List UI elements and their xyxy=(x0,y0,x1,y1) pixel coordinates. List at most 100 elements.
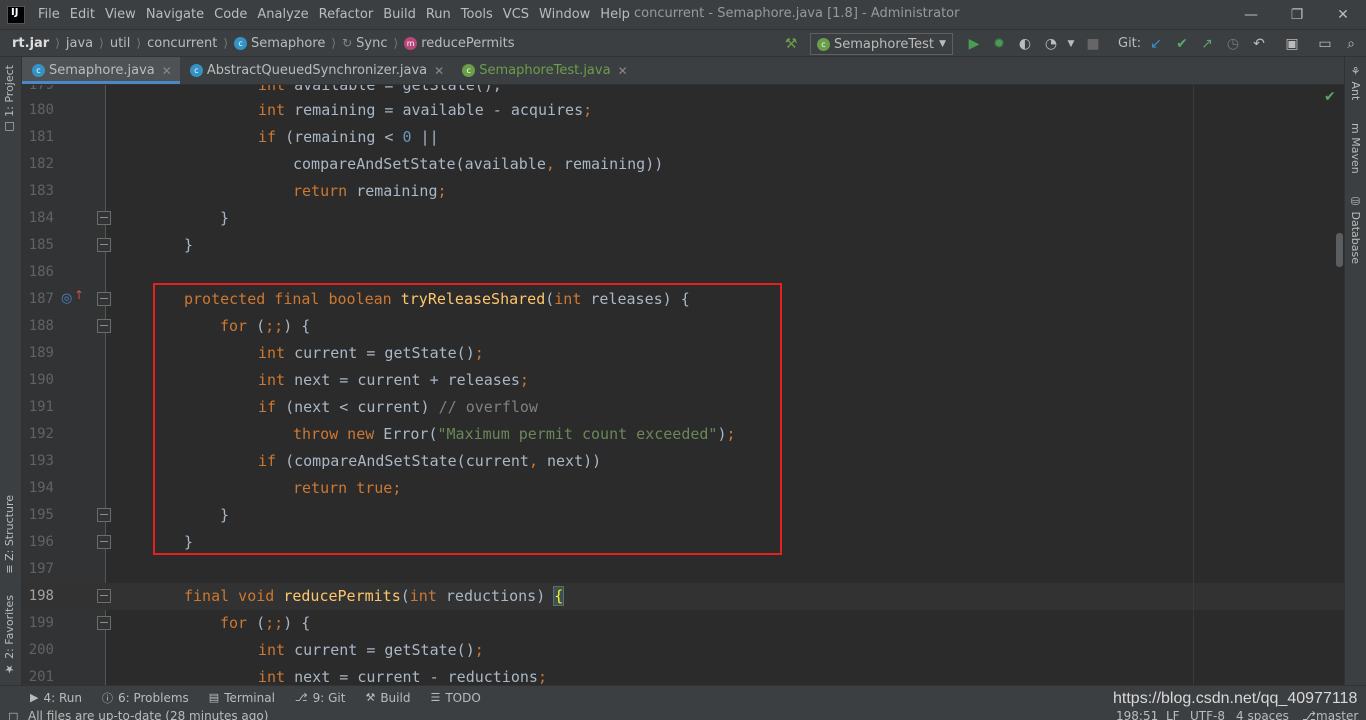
file-encoding[interactable]: UTF-8 xyxy=(1190,709,1225,720)
code-text: for (;;) { xyxy=(220,614,311,632)
ant-icon: ⚘ xyxy=(1349,65,1362,82)
code-line-current: 198 final void reducePermits(int reducti… xyxy=(22,583,1344,610)
profile-icon[interactable]: ◔ xyxy=(1042,35,1060,53)
caret-position[interactable]: 198:51 xyxy=(1116,709,1158,720)
presentation-icon[interactable]: ▭ xyxy=(1316,35,1334,53)
structure-tool-button[interactable]: ≡ Z: Structure xyxy=(3,495,16,574)
close-icon[interactable]: ✕ xyxy=(434,64,444,78)
project-structure-icon[interactable]: ▣ xyxy=(1283,35,1301,53)
breadcrumb-sync[interactable]: ↻ Sync xyxy=(342,36,387,51)
breadcrumb-util[interactable]: util xyxy=(110,36,131,51)
breadcrumb-java[interactable]: java xyxy=(66,36,93,51)
line-number: 181 xyxy=(28,129,54,145)
git-tool-button[interactable]: ⎇ 9: Git xyxy=(295,691,346,705)
database-tool-button[interactable]: ⛁ Database xyxy=(1349,195,1362,264)
ant-tool-button[interactable]: ⚘ Ant xyxy=(1349,65,1362,100)
search-everywhere-icon[interactable]: ⌕ xyxy=(1342,35,1360,53)
restore-icon[interactable]: ❐ xyxy=(1274,0,1320,29)
menu-navigate[interactable]: Navigate xyxy=(141,7,209,22)
vertical-scrollbar-thumb[interactable] xyxy=(1336,233,1343,267)
debug-icon[interactable]: ✹ xyxy=(990,35,1008,53)
menu-edit[interactable]: Edit xyxy=(65,7,100,22)
rollback-icon[interactable]: ↶ xyxy=(1250,35,1268,53)
git-update-icon[interactable]: ↙ xyxy=(1147,35,1165,53)
fold-marker-icon[interactable] xyxy=(97,319,111,333)
close-icon[interactable]: ✕ xyxy=(162,64,172,78)
overridden-up-arrow-icon[interactable]: ↑ xyxy=(74,288,84,302)
coverage-icon[interactable]: ◐ xyxy=(1016,35,1034,53)
tab-abstract-queued-synchronizer-java[interactable]: c AbstractQueuedSynchronizer.java ✕ xyxy=(180,57,452,84)
line-number: 180 xyxy=(28,102,54,118)
indent-setting[interactable]: 4 spaces xyxy=(1236,709,1289,720)
favorites-tool-button[interactable]: ★ 2: Favorites xyxy=(3,595,16,675)
database-icon: ⛁ xyxy=(1349,195,1362,212)
tab-semaphore-java[interactable]: c Semaphore.java ✕ xyxy=(22,57,180,84)
run-configuration-select[interactable]: c SemaphoreTest ▼ xyxy=(810,33,953,55)
build-tool-button[interactable]: ⚒ Build xyxy=(365,691,410,705)
fold-marker-icon[interactable] xyxy=(97,535,111,549)
overrides-method-icon[interactable]: ◎ xyxy=(61,291,72,306)
terminal-tool-button[interactable]: ▤ Terminal xyxy=(209,691,275,705)
menu-window[interactable]: Window xyxy=(534,7,595,22)
run-icon[interactable]: ▶ xyxy=(965,35,983,53)
no-problems-check-icon[interactable]: ✔ xyxy=(1324,89,1336,105)
chevron-right-icon: ⟩ xyxy=(331,36,337,50)
menu-code[interactable]: Code xyxy=(209,7,252,22)
method-icon: m xyxy=(404,36,418,50)
chevron-down-icon[interactable]: ▼ xyxy=(1062,35,1080,53)
window-title: concurrent - Semaphore.java [1.8] - Admi… xyxy=(634,6,960,21)
problems-tool-button[interactable]: ⓘ 6: Problems xyxy=(102,690,189,706)
fold-marker-icon[interactable] xyxy=(97,508,111,522)
minimize-icon[interactable]: — xyxy=(1228,0,1274,29)
menu-help[interactable]: Help xyxy=(595,7,635,22)
class-icon: c xyxy=(32,64,45,77)
close-window-icon[interactable]: ✕ xyxy=(1320,0,1366,29)
breadcrumb-semaphore[interactable]: c Semaphore xyxy=(234,36,325,51)
line-number: 196 xyxy=(28,534,54,550)
breadcrumb-concurrent[interactable]: concurrent xyxy=(147,36,217,51)
toggle-tool-windows-icon[interactable]: □ xyxy=(8,710,18,720)
breadcrumb-label: Sync xyxy=(356,35,388,51)
navigation-bar: rt.jar ⟩ java ⟩ util ⟩ concurrent ⟩ c Sem… xyxy=(0,29,1366,57)
code-editor[interactable]: 179 int available = getState(); 180 int … xyxy=(22,85,1344,685)
menu-refactor[interactable]: Refactor xyxy=(314,7,379,22)
status-bar: □ All files are up-to-date (28 minutes a… xyxy=(0,709,1366,720)
line-separator[interactable]: LF xyxy=(1166,709,1180,720)
run-tool-button[interactable]: ▶ 4: Run xyxy=(30,691,82,705)
maven-tool-button[interactable]: m Maven xyxy=(1349,123,1362,174)
menu-vcs[interactable]: VCS xyxy=(498,7,534,22)
git-branch[interactable]: master xyxy=(1316,709,1358,720)
menu-analyze[interactable]: Analyze xyxy=(252,7,313,22)
fold-marker-icon[interactable] xyxy=(97,211,111,225)
breadcrumb-reduce-permits[interactable]: m reducePermits xyxy=(404,35,515,51)
close-icon[interactable]: ✕ xyxy=(618,64,628,78)
menu-tools[interactable]: Tools xyxy=(456,7,498,22)
line-number: 184 xyxy=(28,210,54,226)
code-text: } xyxy=(220,209,230,227)
menu-view[interactable]: View xyxy=(100,7,141,22)
line-number: 195 xyxy=(28,507,54,523)
menu-build[interactable]: Build xyxy=(378,7,421,22)
git-label: Git: xyxy=(1118,36,1142,51)
line-number: 186 xyxy=(28,264,54,280)
hammer-build-icon[interactable]: ⚒ xyxy=(782,35,800,53)
menu-run[interactable]: Run xyxy=(421,7,456,22)
breadcrumb-rt-jar[interactable]: rt.jar xyxy=(12,36,49,51)
fold-marker-icon[interactable] xyxy=(97,292,111,306)
code-text: int next = current - reductions; xyxy=(258,668,547,685)
menu-bar: IJ File Edit View Navigate Code Analyze … xyxy=(0,0,1366,29)
history-icon[interactable]: ◷ xyxy=(1224,35,1242,53)
fold-marker-icon[interactable] xyxy=(97,238,111,252)
fold-marker-icon[interactable] xyxy=(97,589,111,603)
git-commit-icon[interactable]: ✔ xyxy=(1173,35,1191,53)
menu-file[interactable]: File xyxy=(33,7,65,22)
stop-icon[interactable]: ■ xyxy=(1084,35,1102,53)
todo-tool-button[interactable]: ☰ TODO xyxy=(430,691,480,705)
tab-semaphore-test-java[interactable]: c SemaphoreTest.java ✕ xyxy=(452,57,635,84)
breadcrumb-label: reducePermits xyxy=(421,35,515,51)
fold-marker-icon[interactable] xyxy=(97,616,111,630)
project-tool-button[interactable]: □ 1: Project xyxy=(3,65,16,133)
git-push-icon[interactable]: ↗ xyxy=(1198,35,1216,53)
line-number: 193 xyxy=(28,453,54,469)
structure-tool-label: Z: Structure xyxy=(3,495,16,561)
